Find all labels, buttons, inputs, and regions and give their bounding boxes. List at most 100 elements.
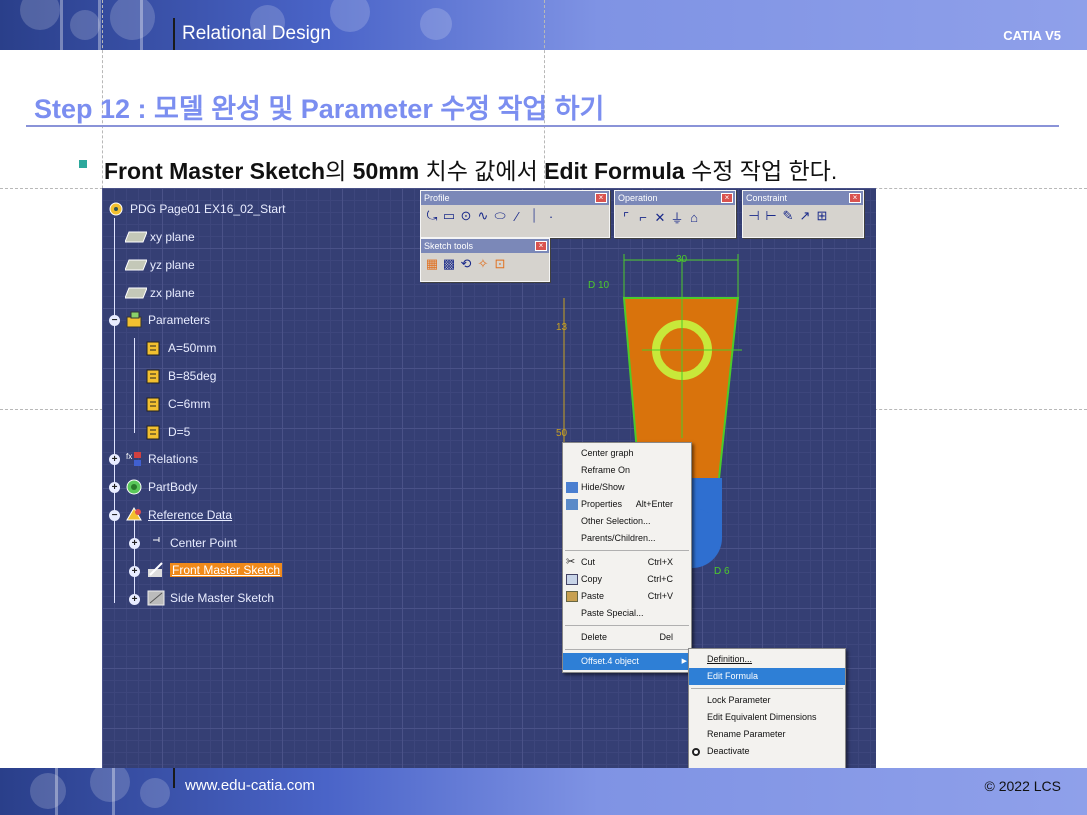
menu-item-paste-special[interactable]: Paste Special... (563, 605, 691, 622)
expand-icon[interactable]: + (129, 594, 140, 605)
sketch-icon (144, 560, 168, 580)
bullet-part: 50mm (352, 158, 420, 184)
expand-icon[interactable]: + (109, 454, 120, 465)
tree-item-label: xy plane (150, 230, 195, 244)
tree-item-front-master-sketch[interactable]: Front Master Sketch (144, 560, 283, 580)
menu-item-label: Delete (581, 632, 608, 642)
toolbar-title: Constraint (746, 193, 788, 203)
menu-item-copy[interactable]: Copy Ctrl+C (563, 571, 691, 588)
submenu-item-definition[interactable]: Definition... (689, 651, 845, 668)
tree-item-reference-data[interactable]: Reference Data (122, 505, 232, 525)
menu-item-properties[interactable]: Properties Alt+Enter (563, 496, 691, 513)
menu-item-reframe-on[interactable]: Reframe On (563, 462, 691, 479)
submenu-item-edit-equivalent-dimensions[interactable]: Edit Equivalent Dimensions (689, 709, 845, 726)
submenu[interactable]: Definition... Edit Formula Lock Paramete… (688, 648, 846, 768)
menu-item-shortcut: Alt+Enter (635, 499, 673, 509)
toolbar-buttons[interactable]: ⤿ ▭ ⊙ ∿ ⬭ ∕ ⏐ · (421, 205, 609, 227)
spline-icon: ∿ (477, 208, 489, 223)
operation-toolbar[interactable]: Operation × ⌜ ⌐ ✕ ⏚ ⌂ (614, 190, 736, 238)
dimension-label: D 10 (588, 280, 610, 291)
tree-root[interactable]: PDG Page01 EX16_02_Start (104, 199, 285, 219)
formula-icon (142, 422, 166, 442)
tree-item-label: Parameters (148, 313, 211, 327)
point-icon: · (548, 208, 554, 224)
tree-item-label: zx plane (150, 286, 195, 300)
menu-item-label: Cut (581, 557, 596, 567)
close-icon[interactable]: × (849, 193, 861, 203)
tree-item-zx-plane[interactable]: zx plane (124, 283, 195, 303)
menu-item-label: Reframe On (581, 465, 631, 475)
menu-item-label: Properties (581, 499, 623, 509)
toolbar-buttons[interactable]: ⌜ ⌐ ✕ ⏚ ⌂ (615, 205, 735, 230)
toolbar-buttons[interactable]: ⊣ ⊢ ✎ ↗ ⊞ (743, 205, 863, 227)
tree-item-param[interactable]: C=6mm (142, 394, 210, 414)
menu-item-paste[interactable]: Paste Ctrl+V (563, 588, 691, 605)
menu-item-label: Deactivate (707, 746, 750, 756)
tree-root-label: PDG Page01 EX16_02_Start (130, 202, 286, 216)
axis-icon: ⏐ (530, 208, 538, 223)
bullet-icon (79, 160, 87, 168)
submenu-item-lock-parameter[interactable]: Lock Parameter (689, 692, 845, 709)
tree-item-partbody[interactable]: PartBody (122, 477, 197, 497)
menu-item-label: Paste (581, 591, 605, 601)
catia-viewport[interactable]: 30 D 10 13 50 D 6 PDG Page01 EX16_02_Sta… (102, 188, 876, 768)
dimensional-constraints-icon: ⊡ (494, 256, 506, 271)
tree-item-param[interactable]: A=50mm (142, 338, 216, 358)
chamfer-icon: ⌐ (639, 210, 647, 225)
website-link[interactable]: www.edu-catia.com (185, 777, 315, 794)
collapse-icon[interactable]: − (109, 315, 120, 326)
menu-item-parents-children[interactable]: Parents/Children... (563, 530, 691, 547)
plane-icon (124, 227, 148, 247)
close-icon[interactable]: × (721, 193, 733, 203)
point-icon (144, 533, 168, 553)
partbody-icon (122, 477, 146, 497)
sketch-tools-toolbar[interactable]: Sketch tools × ▦ ▩ ⟲ ✧ ⊡ (420, 238, 550, 282)
geometric-constraints-icon: ✧ (477, 256, 489, 271)
toolbar-buttons[interactable]: ▦ ▩ ⟲ ✧ ⊡ (421, 253, 549, 275)
deactivate-icon (692, 748, 700, 756)
menu-item-cut[interactable]: ✂ Cut Ctrl+X (563, 554, 691, 571)
profile-toolbar[interactable]: Profile × ⤿ ▭ ⊙ ∿ ⬭ ∕ ⏐ · (420, 190, 610, 238)
expand-icon[interactable]: + (109, 482, 120, 493)
submenu-item-deactivate[interactable]: Deactivate (689, 743, 845, 760)
constraint-icon: ⊢ (765, 208, 777, 223)
expand-icon[interactable]: + (129, 566, 140, 577)
sketch-icon (144, 588, 168, 608)
menu-item-other-selection[interactable]: Other Selection... (563, 513, 691, 530)
formula-icon (142, 394, 166, 414)
close-icon[interactable]: × (535, 241, 547, 251)
collapse-icon[interactable]: − (109, 510, 120, 521)
tree-item-yz-plane[interactable]: yz plane (124, 255, 195, 275)
dimension-label: 30 (676, 254, 688, 265)
toolbar-title: Profile (424, 193, 450, 203)
specification-tree[interactable]: PDG Page01 EX16_02_Start xy plane yz pla… (102, 188, 432, 638)
tree-item-relations[interactable]: fx Relations (122, 449, 198, 469)
product-name: CATIA V5 (1003, 28, 1061, 43)
constraint-toolbar[interactable]: Constraint × ⊣ ⊢ ✎ ↗ ⊞ (742, 190, 864, 238)
menu-item-offset-object[interactable]: Offset.4 object ▶ (563, 653, 691, 670)
formula-icon (142, 338, 166, 358)
tree-item-side-master-sketch[interactable]: Side Master Sketch (144, 588, 274, 608)
tree-item-label: yz plane (150, 258, 195, 272)
submenu-item-rename-parameter[interactable]: Rename Parameter (689, 726, 845, 743)
menu-item-label: Paste Special... (581, 608, 644, 618)
corner-icon: ⌜ (622, 209, 630, 225)
menu-item-label: Lock Parameter (707, 695, 771, 705)
menu-item-delete[interactable]: Delete Del (563, 629, 691, 646)
tree-item-parameters[interactable]: Parameters (122, 310, 210, 330)
menu-item-center-graph[interactable]: Center graph (563, 445, 691, 462)
close-icon[interactable]: × (595, 193, 607, 203)
menu-item-hide-show[interactable]: Hide/Show (563, 479, 691, 496)
tree-item-xy-plane[interactable]: xy plane (124, 227, 195, 247)
expand-icon[interactable]: + (129, 538, 140, 549)
context-menu[interactable]: Center graph Reframe On Hide/Show Proper… (562, 442, 692, 673)
tree-item-param[interactable]: B=85deg (142, 366, 216, 386)
tree-item-center-point[interactable]: Center Point (144, 533, 237, 553)
submenu-arrow-icon: ▶ (681, 658, 687, 665)
menu-item-shortcut: Del (659, 632, 673, 642)
step-title: Step 12 : 모델 완성 및 Parameter 수정 작업 하기 (34, 94, 605, 124)
tree-item-param[interactable]: D=5 (142, 422, 190, 442)
animate-icon: ⊞ (816, 208, 828, 223)
submenu-item-edit-formula[interactable]: Edit Formula (689, 668, 845, 685)
grid-icon: ▦ (425, 256, 439, 271)
